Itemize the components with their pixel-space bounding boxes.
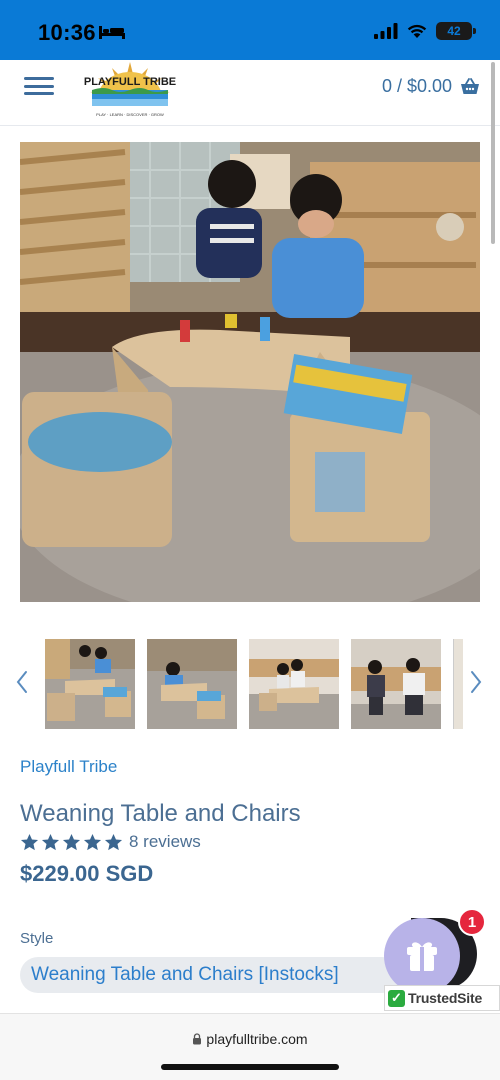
hamburger-menu-icon[interactable] bbox=[24, 75, 54, 97]
notification-badge: 1 bbox=[458, 908, 486, 936]
url-text: playfulltribe.com bbox=[206, 1031, 308, 1047]
vendor-link[interactable]: Playfull Tribe bbox=[20, 757, 117, 777]
style-label: Style bbox=[20, 930, 54, 947]
lock-icon bbox=[193, 1033, 202, 1045]
star-icon bbox=[83, 833, 102, 850]
home-indicator[interactable] bbox=[161, 1064, 339, 1070]
trusted-site-label: TrustedSite bbox=[408, 990, 483, 1006]
chevron-right-icon[interactable] bbox=[466, 668, 486, 696]
wifi-icon bbox=[407, 24, 427, 38]
thumbnail-5-partial[interactable] bbox=[453, 639, 463, 729]
checkmark-icon: ✓ bbox=[388, 989, 405, 1007]
shopping-basket-icon bbox=[461, 78, 479, 94]
product-rating[interactable]: 8 reviews bbox=[20, 832, 201, 852]
scrollbar[interactable] bbox=[491, 62, 495, 244]
thumbnail-gallery bbox=[0, 638, 500, 730]
gift-icon bbox=[407, 942, 437, 971]
gift-button[interactable] bbox=[384, 918, 460, 994]
signal-icon bbox=[374, 23, 398, 39]
browser-address-bar[interactable]: playfulltribe.com bbox=[0, 1013, 500, 1080]
chevron-left-icon[interactable] bbox=[12, 668, 32, 696]
thumbnail-1[interactable] bbox=[45, 639, 135, 729]
star-icon bbox=[41, 833, 60, 850]
thumbnail-4[interactable] bbox=[351, 639, 441, 729]
product-price: $229.00 SGD bbox=[20, 861, 154, 886]
cart-button[interactable]: 0 / $0.00 bbox=[382, 76, 480, 97]
product-hero-image[interactable] bbox=[20, 142, 480, 602]
cart-total: 0 / $0.00 bbox=[381, 76, 452, 96]
site-header: PLAYFULL TRIBE PLAY · LEARN · DISCOVER ·… bbox=[0, 60, 500, 126]
style-select[interactable]: Weaning Table and Chairs [Instocks] bbox=[20, 957, 400, 993]
status-bar: 10:36 42 bbox=[0, 0, 500, 60]
svg-text:PLAYFULL TRIBE: PLAYFULL TRIBE bbox=[84, 76, 176, 88]
hero-photo bbox=[20, 142, 480, 602]
playfull-tribe-logo[interactable]: PLAYFULL TRIBE PLAY · LEARN · DISCOVER ·… bbox=[84, 60, 176, 120]
reviews-link[interactable]: 8 reviews bbox=[129, 832, 201, 852]
status-time: 10:36 bbox=[38, 20, 96, 45]
thumbnail-3[interactable] bbox=[249, 639, 339, 729]
star-icon bbox=[20, 833, 39, 850]
star-icon bbox=[104, 833, 123, 850]
trusted-site-badge[interactable]: ✓ TrustedSite bbox=[384, 985, 500, 1011]
thumbnail-2[interactable] bbox=[147, 639, 237, 729]
bed-icon bbox=[99, 26, 125, 39]
address-bar[interactable]: playfulltribe.com bbox=[0, 1031, 500, 1047]
status-indicators: 42 bbox=[374, 22, 476, 40]
svg-text:PLAY · LEARN · DISCOVER · GROW: PLAY · LEARN · DISCOVER · GROW bbox=[96, 112, 164, 117]
battery-icon: 42 bbox=[436, 22, 476, 40]
star-icon bbox=[62, 833, 81, 850]
product-title: Weaning Table and Chairs bbox=[20, 800, 301, 827]
